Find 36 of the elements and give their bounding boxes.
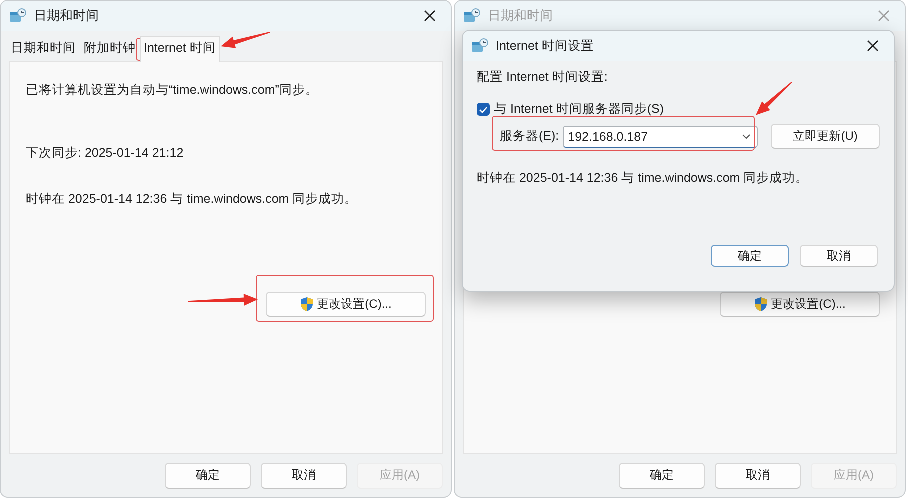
tab[interactable]: Internet 时间 — [140, 36, 220, 62]
chevron-icon — [742, 134, 752, 140]
window-title: 日期和时间 — [488, 7, 554, 25]
sync-checkbox[interactable] — [477, 103, 490, 116]
close-icon — [424, 10, 436, 22]
window-icon — [9, 8, 27, 24]
dialog-button[interactable]: 确定 — [619, 462, 705, 488]
shield-icon — [754, 297, 768, 312]
window-icon — [471, 38, 489, 54]
annotation-arrow — [756, 82, 792, 115]
annotation-arrow — [188, 294, 258, 306]
close-icon — [878, 10, 890, 22]
change-settings-button[interactable]: 更改设置(C)... — [266, 292, 426, 317]
field-label: 服务器(E): — [500, 128, 560, 145]
shield-icon — [300, 297, 314, 312]
info-text: 时钟在 2025-01-14 12:36 与 time.windows.com 同步成功。 — [26, 191, 359, 208]
tab[interactable]: 附加时钟 — [80, 36, 140, 62]
dialog-button[interactable]: 取消 — [715, 462, 801, 488]
server-field[interactable]: 192.168.0.187 — [563, 126, 758, 148]
update-now-button[interactable]: 立即更新(U) — [771, 124, 880, 149]
change-settings-button[interactable]: 更改设置(C)... — [720, 292, 880, 317]
checkbox-label[interactable]: 与 Internet 时间服务器同步(S) — [494, 101, 664, 118]
dialog-button[interactable]: 确定 — [711, 245, 789, 267]
info-text: 已将计算机设置为自动与“time.windows.com”同步。 — [26, 82, 320, 99]
status-text: 时钟在 2025-01-14 12:36 与 time.windows.com 同步成功。 — [477, 170, 810, 187]
dialog-button[interactable]: 确定 — [165, 462, 251, 488]
window-icon — [463, 8, 481, 24]
dialog-title: Internet 时间设置 — [496, 38, 595, 54]
info-text: 下次同步: 2025-01-14 21:12 — [26, 145, 185, 162]
dialog-button[interactable]: 取消 — [800, 245, 878, 267]
annotation-arrow — [221, 32, 270, 48]
window-title: 日期和时间 — [34, 7, 100, 25]
dialog-button[interactable]: 取消 — [261, 462, 347, 488]
tab[interactable]: 日期和时间 — [7, 36, 80, 62]
section-heading: 配置 Internet 时间设置: — [477, 69, 609, 86]
close-icon — [867, 40, 879, 52]
